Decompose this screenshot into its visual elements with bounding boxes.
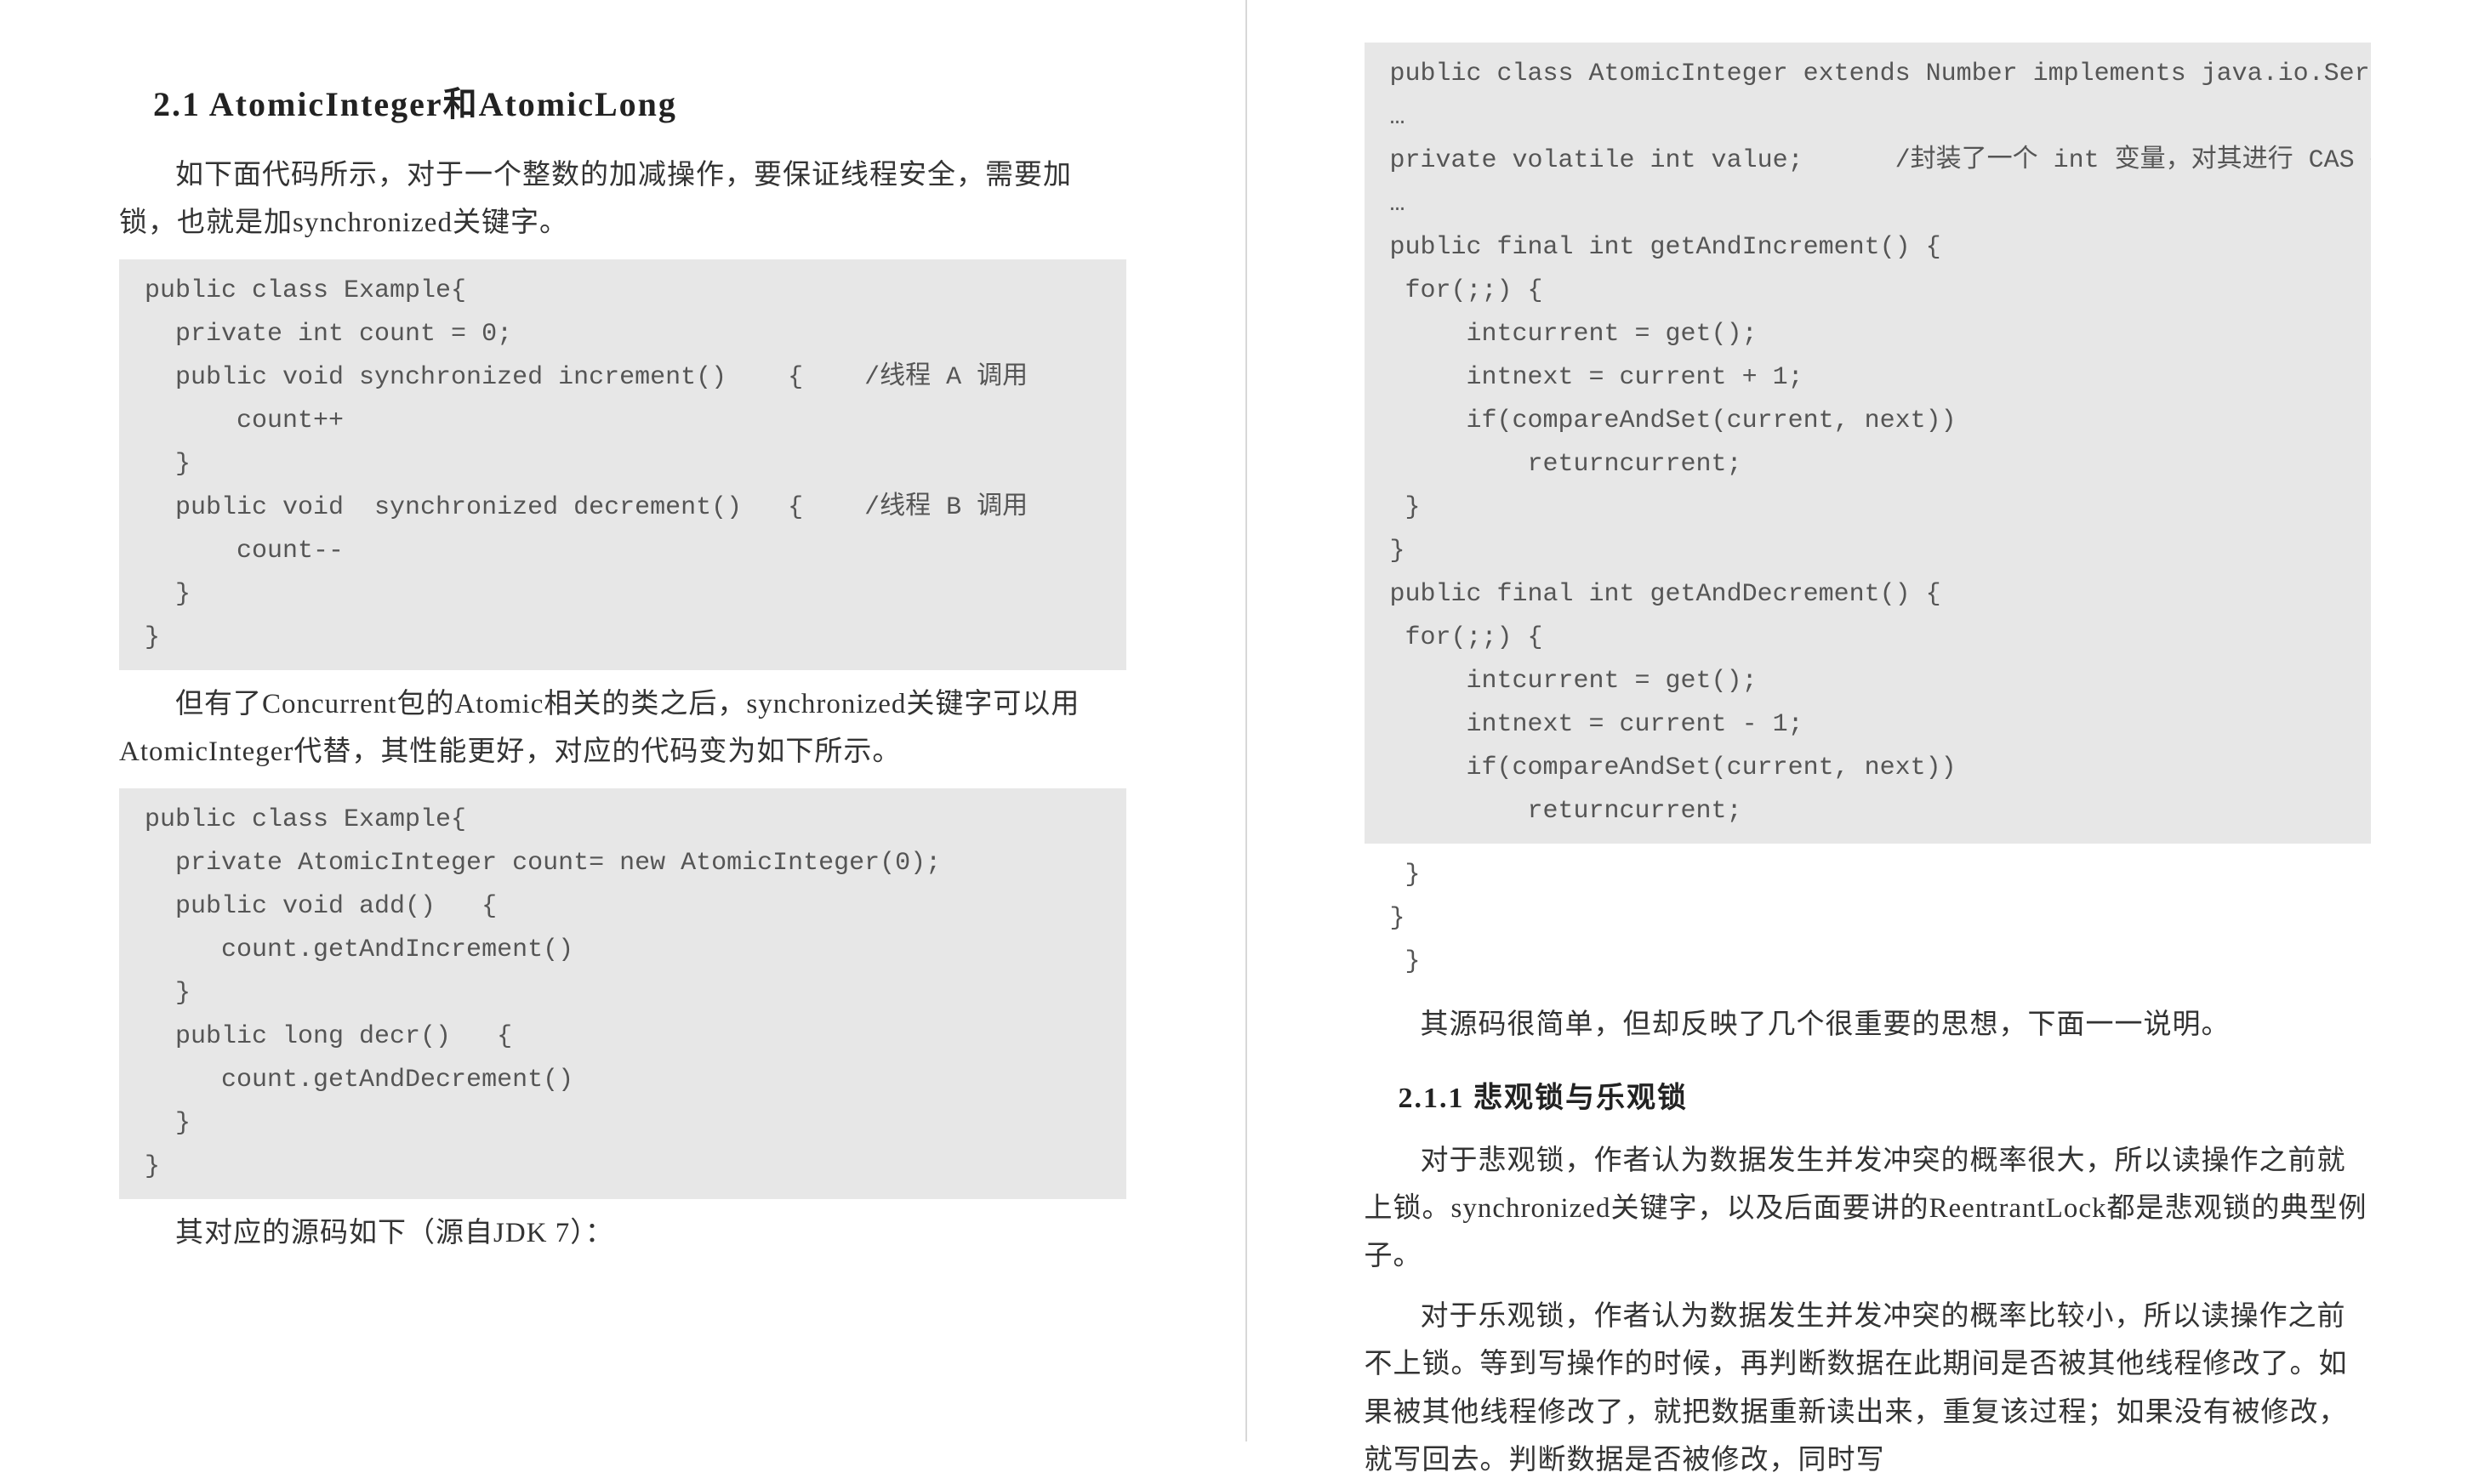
paragraph-atomic-intro: 但有了Concurrent包的Atomic相关的类之后，synchronized… bbox=[119, 680, 1126, 776]
code-block-example-atomic: public class Example{ private AtomicInte… bbox=[119, 788, 1126, 1199]
sub-heading-2-1-1: 2.1.1 悲观锁与乐观锁 bbox=[1399, 1074, 2372, 1116]
code-block-example-sync: public class Example{ private int count … bbox=[119, 259, 1126, 670]
code-block-atomicinteger-source-tail: } } } bbox=[1365, 854, 2372, 992]
paragraph-intro: 如下面代码所示，对于一个整数的加减操作，要保证线程安全，需要加锁，也就是加syn… bbox=[119, 151, 1126, 247]
paragraph-pessimistic-lock: 对于悲观锁，作者认为数据发生并发冲突的概率很大，所以读操作之前就上锁。synch… bbox=[1365, 1137, 2372, 1280]
page-left: 2.1 AtomicInteger和AtomicLong 如下面代码所示，对于一… bbox=[0, 0, 1245, 1441]
paragraph-source-summary: 其源码很简单，但却反映了几个很重要的思想，下面一一说明。 bbox=[1365, 1001, 2372, 1049]
page-right: public class AtomicInteger extends Numbe… bbox=[1245, 0, 2490, 1441]
paragraph-optimistic-lock: 对于乐观锁，作者认为数据发生并发冲突的概率比较小，所以读操作之前不上锁。等到写操… bbox=[1365, 1293, 2372, 1483]
code-block-atomicinteger-source: public class AtomicInteger extends Numbe… bbox=[1365, 43, 2372, 844]
paragraph-source-intro: 其对应的源码如下（源自JDK 7）： bbox=[119, 1209, 1126, 1257]
section-heading-2-1: 2.1 AtomicInteger和AtomicLong bbox=[153, 77, 1126, 126]
